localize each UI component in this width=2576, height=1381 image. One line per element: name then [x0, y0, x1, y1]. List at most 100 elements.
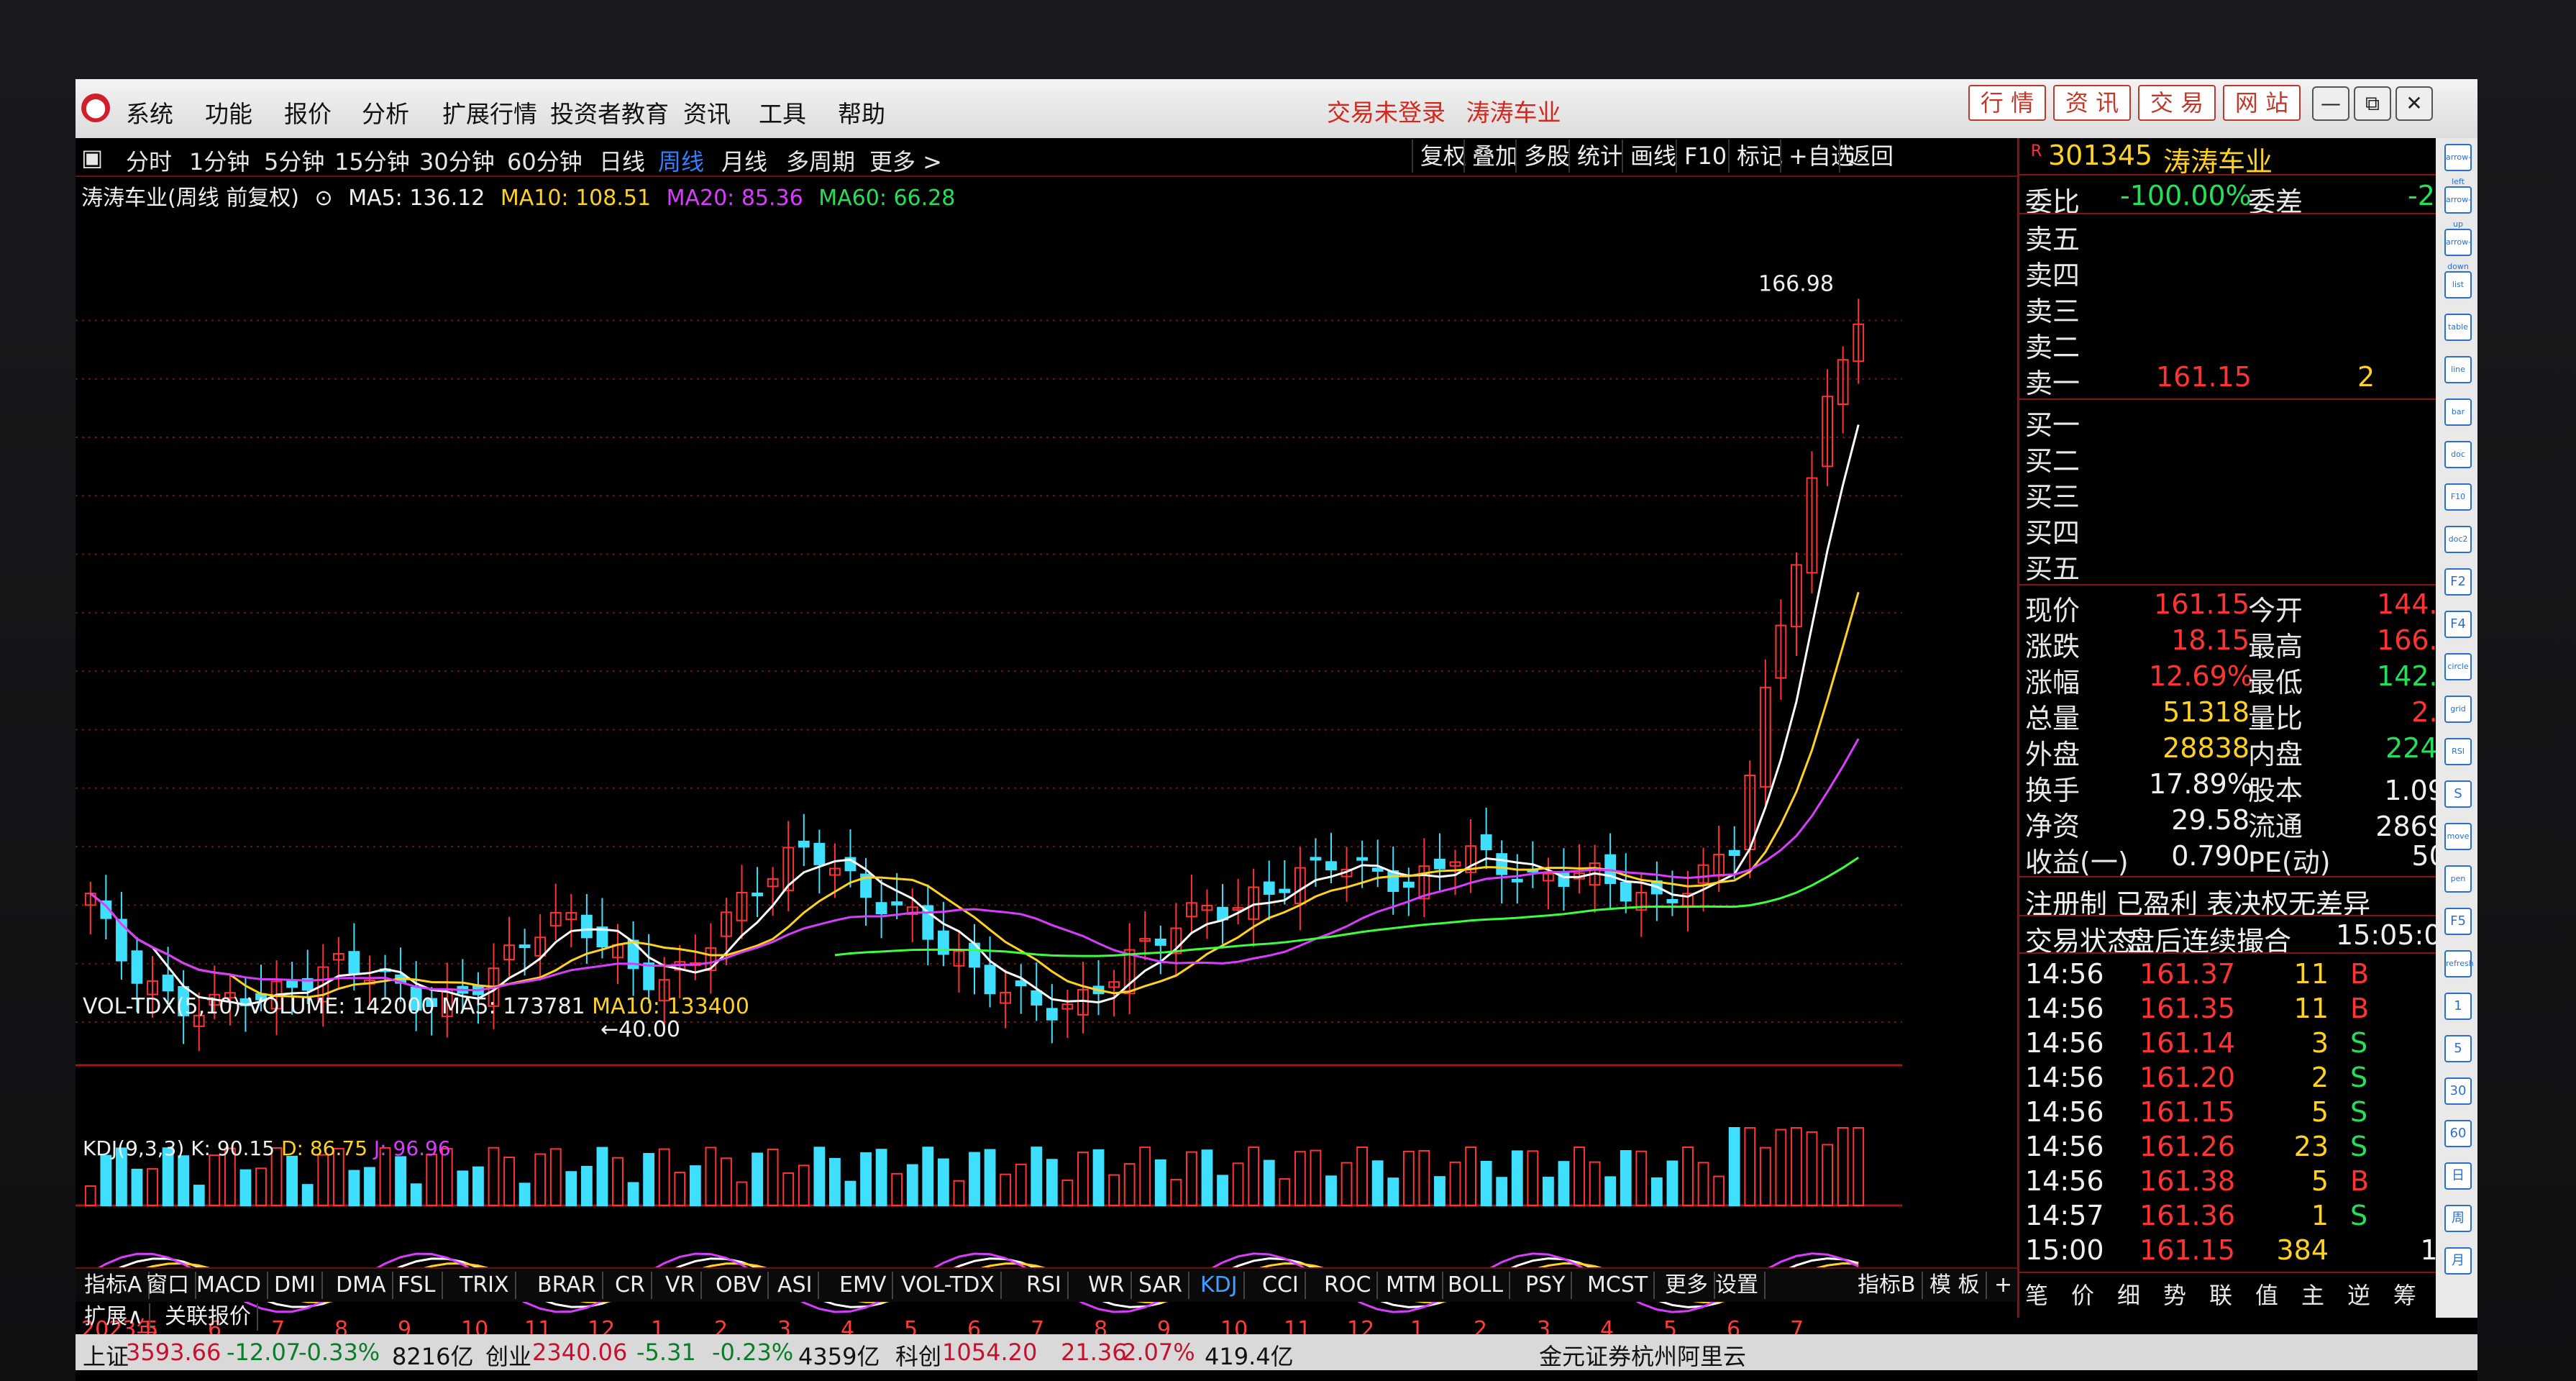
arrow-left-icon[interactable]: arrow-left — [2444, 144, 2472, 186]
5-icon[interactable]: 5 — [2444, 1035, 2472, 1062]
indicator-tab-18[interactable]: CCI — [1256, 1272, 1306, 1299]
doc-icon[interactable]: doc — [2444, 441, 2472, 468]
indicator-tab-14[interactable]: RSI — [1020, 1272, 1069, 1299]
indicator-tab-16[interactable]: SAR — [1133, 1272, 1189, 1299]
tool-5[interactable]: F10 — [1676, 140, 1734, 173]
right-tab-2[interactable]: + — [1988, 1272, 2020, 1299]
menu-1[interactable]: 功能 — [205, 95, 252, 129]
move-icon[interactable]: move — [2444, 823, 2472, 850]
indicator-tab-17[interactable]: KDJ — [1195, 1272, 1245, 1299]
indicator-tab-13[interactable]: VOL-TDX — [895, 1272, 1002, 1299]
minimize-icon[interactable]: — — [2312, 86, 2349, 121]
menu-0[interactable]: 系统 — [126, 95, 173, 129]
S-icon[interactable]: S — [2444, 780, 2472, 808]
panel-tab-6[interactable]: 主 — [2301, 1277, 2324, 1311]
F2-icon[interactable]: F2 — [2444, 568, 2472, 596]
kline-chart[interactable]: 160.0150.0140.0130.0120.0110.0100.090.00… — [76, 177, 1902, 1357]
bar-icon[interactable]: bar — [2444, 398, 2472, 426]
panel-tab-2[interactable]: 细 — [2117, 1277, 2140, 1311]
top-tab-2[interactable]: 交 易 — [2138, 85, 2216, 121]
indicator-tab-5[interactable]: FSL — [392, 1272, 443, 1299]
ext-tab-1[interactable]: 关联报价 — [159, 1303, 258, 1331]
indicator-tab-12[interactable]: EMV — [833, 1272, 894, 1299]
menu-7[interactable]: 工具 — [759, 95, 806, 129]
period-0[interactable]: 分时 — [126, 144, 172, 177]
indicator-tab-8[interactable]: CR — [609, 1272, 652, 1299]
indicator-tab-2[interactable]: MACD — [191, 1272, 268, 1299]
refresh-icon[interactable]: refresh — [2444, 950, 2474, 977]
arrow-down-icon[interactable]: arrow-down — [2444, 229, 2472, 271]
F4-icon[interactable]: F4 — [2444, 611, 2472, 638]
menu-6[interactable]: 资讯 — [683, 95, 731, 129]
60-icon[interactable]: 60 — [2444, 1120, 2472, 1147]
panel-tab-8[interactable]: 筹 — [2393, 1277, 2416, 1311]
indicator-tab-7[interactable]: BRAR — [531, 1272, 603, 1299]
panel-tab-3[interactable]: 势 — [2163, 1277, 2186, 1311]
period-4[interactable]: 30分钟 — [419, 144, 495, 177]
arrow-up-icon[interactable]: arrow-up — [2444, 186, 2472, 229]
period-5[interactable]: 60分钟 — [507, 144, 583, 177]
indicator-tab-24[interactable]: 更多 — [1659, 1272, 1715, 1299]
right-tab-0[interactable]: 指标B — [1852, 1272, 1923, 1299]
indicator-tab-11[interactable]: ASI — [772, 1272, 820, 1299]
周-icon[interactable]: 周 — [2444, 1205, 2472, 1232]
1-icon[interactable]: 1 — [2444, 993, 2472, 1020]
月-icon[interactable]: 月 — [2444, 1247, 2472, 1275]
panel-toggle-icon[interactable]: ▣ — [81, 144, 103, 171]
period-9[interactable]: 多周期 — [786, 144, 855, 177]
indicator-tab-0[interactable]: 指标A — [78, 1272, 150, 1299]
top-tab-3[interactable]: 网 站 — [2223, 85, 2301, 121]
tool-8[interactable]: 返回 — [1839, 140, 1901, 173]
menu-8[interactable]: 帮助 — [838, 95, 885, 129]
period-7[interactable]: 周线 — [658, 144, 704, 177]
restore-icon[interactable]: ⧉ — [2354, 86, 2391, 121]
menu-2[interactable]: 报价 — [284, 95, 332, 129]
panel-tab-5[interactable]: 值 — [2255, 1277, 2278, 1311]
line-icon[interactable]: line — [2444, 356, 2472, 383]
top-tab-0[interactable]: 行 情 — [1968, 85, 2046, 121]
indicator-tab-25[interactable]: 设置 — [1709, 1272, 1766, 1299]
menu-5[interactable]: 投资者教育 — [550, 95, 669, 129]
period-1[interactable]: 1分钟 — [189, 144, 250, 177]
menu-3[interactable]: 分析 — [362, 95, 409, 129]
30-icon[interactable]: 30 — [2444, 1077, 2472, 1105]
F10-icon[interactable]: F10 — [2444, 483, 2472, 511]
indicator-tab-23[interactable]: MCST — [1581, 1272, 1655, 1299]
ext-tab-0[interactable]: 扩展∧ — [78, 1303, 150, 1331]
indicator-tab-10[interactable]: OBV — [710, 1272, 769, 1299]
period-3[interactable]: 15分钟 — [334, 144, 410, 177]
indicator-tab-21[interactable]: BOLL — [1442, 1272, 1511, 1299]
grid-icon[interactable]: grid — [2444, 696, 2472, 723]
pen-icon[interactable]: pen — [2444, 865, 2472, 893]
list-icon[interactable]: list — [2444, 271, 2472, 298]
right-tab-1[interactable]: 模 板 — [1924, 1272, 1987, 1299]
tool-4[interactable]: 画线 — [1622, 140, 1684, 173]
panel-tab-1[interactable]: 价 — [2071, 1277, 2094, 1311]
period-8[interactable]: 月线 — [721, 144, 767, 177]
period-6[interactable]: 日线 — [599, 144, 645, 177]
indicator-tab-3[interactable]: DMI — [268, 1272, 323, 1299]
period-10[interactable]: 更多 > — [869, 144, 942, 177]
period-2[interactable]: 5分钟 — [264, 144, 324, 177]
日-icon[interactable]: 日 — [2444, 1162, 2472, 1190]
close-icon[interactable]: ✕ — [2395, 86, 2433, 121]
legend-toggle-icon[interactable]: ⊙ — [315, 186, 333, 211]
circle-icon[interactable]: circle — [2444, 653, 2472, 680]
indicator-tab-6[interactable]: TRIX — [454, 1272, 516, 1299]
F5-icon[interactable]: F5 — [2444, 908, 2472, 935]
indicator-tab-4[interactable]: DMA — [330, 1272, 393, 1299]
table-icon[interactable]: table — [2444, 314, 2472, 341]
panel-tab-7[interactable]: 逆 — [2347, 1277, 2370, 1311]
indicator-tab-20[interactable]: MTM — [1380, 1272, 1444, 1299]
indicator-tab-9[interactable]: VR — [659, 1272, 703, 1299]
doc2-icon[interactable]: doc2 — [2444, 526, 2472, 553]
menu-4[interactable]: 扩展行情 — [442, 95, 537, 129]
panel-tab-0[interactable]: 笔 — [2025, 1277, 2048, 1311]
top-tab-1[interactable]: 资 讯 — [2053, 85, 2131, 121]
indicator-tab-22[interactable]: PSY — [1520, 1272, 1573, 1299]
indicator-tab-15[interactable]: WR — [1082, 1272, 1132, 1299]
RSI-icon[interactable]: RSI — [2444, 738, 2472, 765]
indicator-tab-1[interactable]: 窗口 — [140, 1272, 196, 1299]
indicator-tab-19[interactable]: ROC — [1318, 1272, 1379, 1299]
panel-tab-4[interactable]: 联 — [2209, 1277, 2232, 1311]
